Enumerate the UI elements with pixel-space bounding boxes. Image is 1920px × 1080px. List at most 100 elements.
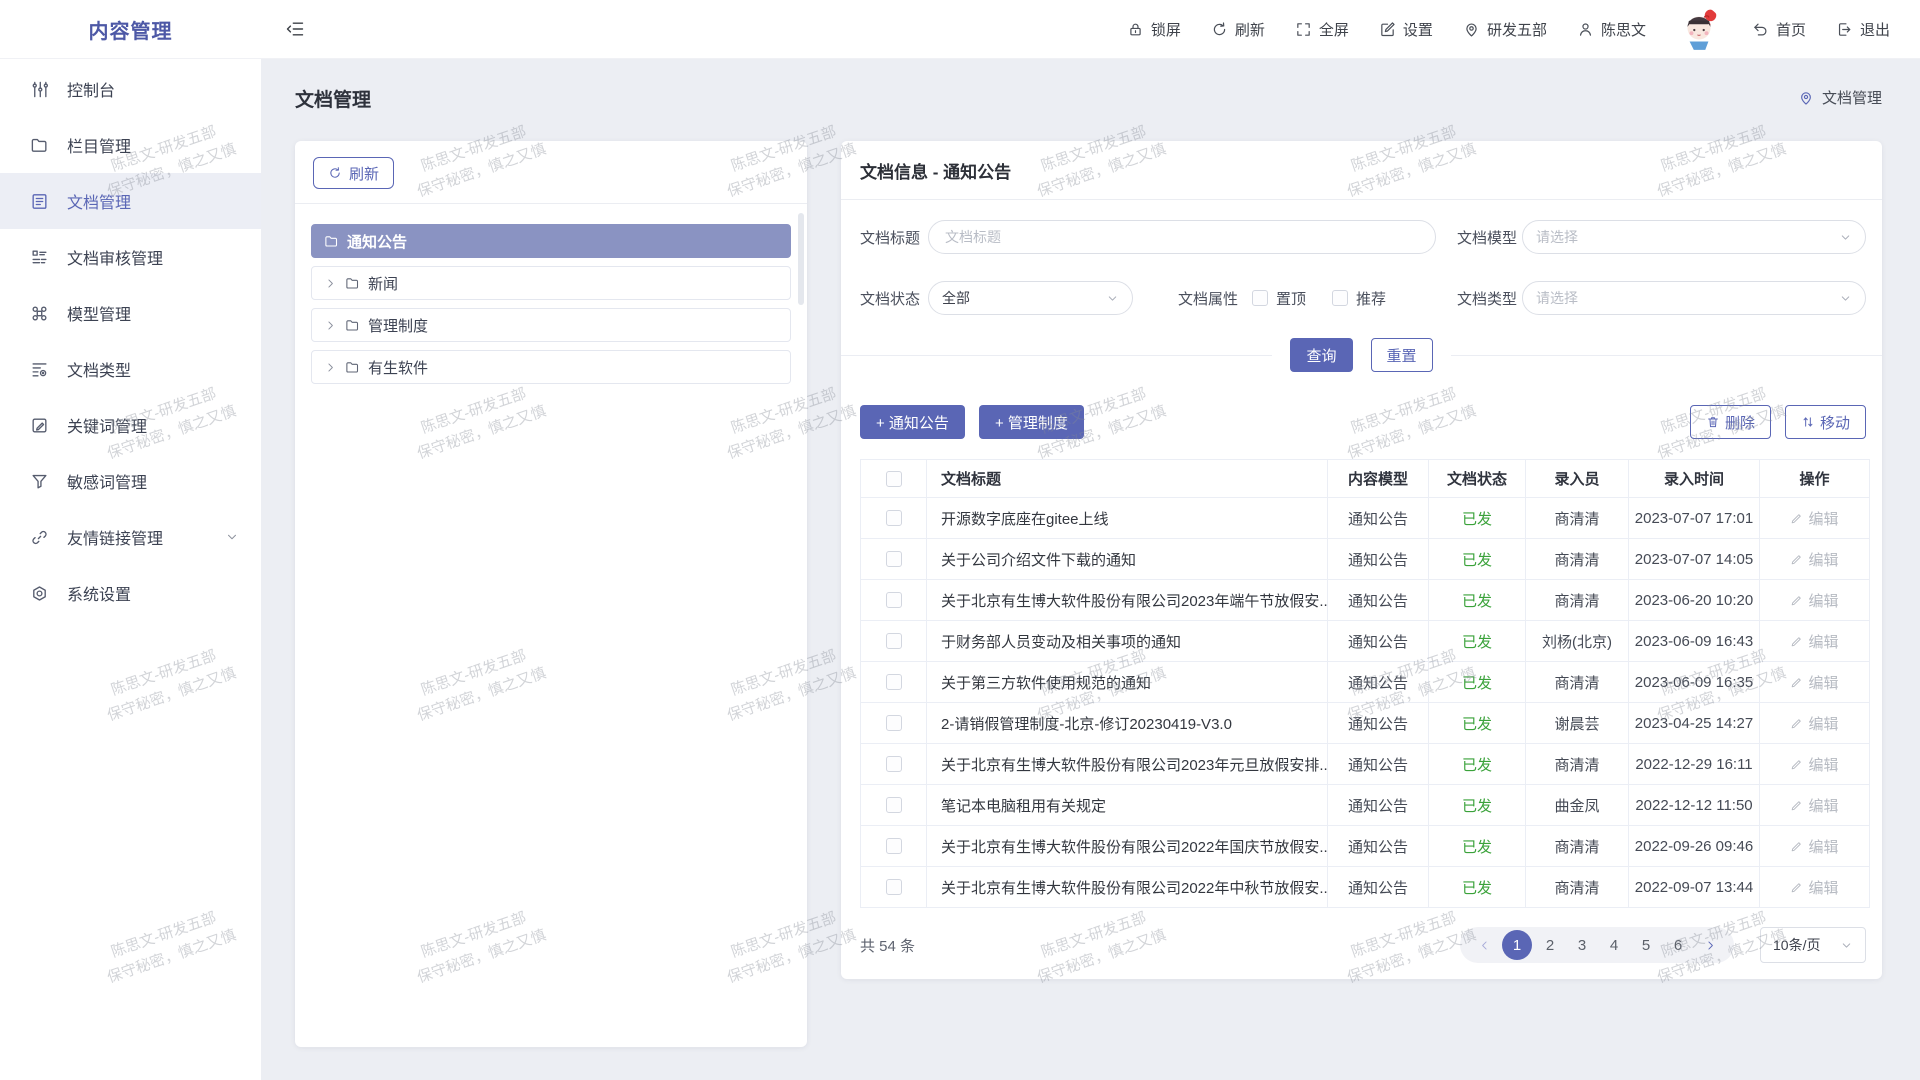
sidebar-item-friendly-links[interactable]: 友情链接管理 (0, 509, 261, 565)
header-department[interactable]: 研发五部 (1463, 19, 1547, 40)
sidebar-item-document-management[interactable]: 文档管理 (0, 173, 261, 229)
folder-icon (345, 276, 360, 291)
chevron-down-icon (1839, 231, 1852, 244)
pencil-icon (1790, 758, 1803, 771)
add-policy-button[interactable]: + 管理制度 (979, 405, 1084, 439)
sidebar-item-console[interactable]: 控制台 (0, 61, 261, 117)
sidebar-item-document-type[interactable]: 文档类型 (0, 341, 261, 397)
row-checkbox[interactable] (886, 551, 902, 567)
row-checkbox[interactable] (886, 510, 902, 526)
move-button[interactable]: 移动 (1785, 405, 1866, 439)
app-logo: 内容管理 (0, 15, 261, 44)
tree-node-notice[interactable]: 通知公告 (311, 224, 791, 258)
doc-model-select[interactable]: 请选择 (1522, 220, 1866, 254)
header-action-fullscreen[interactable]: 全屏 (1295, 19, 1349, 40)
edit-button[interactable]: 编辑 (1790, 508, 1838, 529)
sidebar-item-column-management[interactable]: 栏目管理 (0, 117, 261, 173)
edit-button[interactable]: 编辑 (1790, 590, 1838, 611)
doc-actions-cell: 编辑 (1760, 867, 1869, 907)
doc-actions-cell: 编辑 (1760, 785, 1869, 825)
page-button[interactable]: 6 (1664, 930, 1692, 960)
pencil-icon (1790, 881, 1803, 894)
header-username[interactable]: 陈思文 (1577, 19, 1646, 40)
attr-recommend-checkbox[interactable] (1332, 290, 1348, 306)
scrollbar-thumb[interactable] (798, 213, 804, 305)
header-action-home[interactable]: 首页 (1752, 19, 1806, 40)
doc-time-cell: 2023-07-07 14:05 (1629, 539, 1760, 579)
documents-table: 文档标题 内容模型 文档状态 录入员 录入时间 操作 开源数字底座在gitee上… (860, 459, 1870, 908)
doc-title-input[interactable] (928, 220, 1436, 254)
search-button[interactable]: 查询 (1290, 338, 1352, 372)
row-checkbox[interactable] (886, 756, 902, 772)
console-icon (30, 80, 49, 99)
edit-button[interactable]: 编辑 (1790, 836, 1838, 857)
doc-model-cell: 通知公告 (1328, 703, 1429, 743)
page-button[interactable]: 2 (1536, 930, 1564, 960)
sidebar-item-document-audit[interactable]: 文档审核管理 (0, 229, 261, 285)
edit-button[interactable]: 编辑 (1790, 795, 1838, 816)
row-checkbox[interactable] (886, 592, 902, 608)
doc-title-cell: 关于北京有生博大软件股份有限公司2023年元旦放假安排... (927, 744, 1328, 784)
header-action-logout[interactable]: 退出 (1836, 19, 1890, 40)
select-all-checkbox[interactable] (886, 471, 902, 487)
tree-node-yousheng-software[interactable]: 有生软件 (311, 350, 791, 384)
row-checkbox[interactable] (886, 879, 902, 895)
edit-button[interactable]: 编辑 (1790, 754, 1838, 775)
sidebar-item-sensitive-words[interactable]: 敏感词管理 (0, 453, 261, 509)
audit-icon (30, 248, 49, 267)
breadcrumb: 文档管理 (1798, 87, 1882, 108)
page-button[interactable]: 3 (1568, 930, 1596, 960)
filter-actions: 查询 重置 (841, 338, 1882, 372)
page-size-select[interactable]: 10条/页 (1760, 927, 1866, 963)
header-action-refresh[interactable]: 刷新 (1211, 19, 1265, 40)
attr-top-checkbox[interactable] (1252, 290, 1268, 306)
row-checkbox[interactable] (886, 797, 902, 813)
add-notice-button[interactable]: + 通知公告 (860, 405, 965, 439)
col-actions: 操作 (1760, 460, 1869, 497)
pencil-icon (1790, 512, 1803, 525)
prev-page-button[interactable] (1470, 930, 1498, 960)
next-page-button[interactable] (1696, 930, 1724, 960)
doc-operator-cell: 商清清 (1526, 744, 1629, 784)
doc-status-cell: 已发 (1429, 498, 1526, 538)
sidebar-item-keyword-management[interactable]: 关键词管理 (0, 397, 261, 453)
doc-operator-cell: 谢晨芸 (1526, 703, 1629, 743)
edit-button[interactable]: 编辑 (1790, 549, 1838, 570)
doc-time-cell: 2023-07-07 17:01 (1629, 498, 1760, 538)
header-action-settings[interactable]: 设置 (1379, 19, 1433, 40)
tree-refresh-button[interactable]: 刷新 (313, 157, 394, 189)
edit-button[interactable]: 编辑 (1790, 631, 1838, 652)
sidebar-item-model-management[interactable]: 模型管理 (0, 285, 261, 341)
tree-node-policies[interactable]: 管理制度 (311, 308, 791, 342)
row-checkbox[interactable] (886, 715, 902, 731)
sidebar-item-system-settings[interactable]: 系统设置 (0, 565, 261, 621)
edit-button[interactable]: 编辑 (1790, 672, 1838, 693)
doc-operator-cell: 商清清 (1526, 867, 1629, 907)
col-content-model: 内容模型 (1328, 460, 1429, 497)
delete-button[interactable]: 删除 (1690, 405, 1771, 439)
header-action-lock-screen[interactable]: 锁屏 (1127, 19, 1181, 40)
tree-node-news[interactable]: 新闻 (311, 266, 791, 300)
doc-actions-cell: 编辑 (1760, 580, 1869, 620)
edit-button[interactable]: 编辑 (1790, 713, 1838, 734)
doc-type-select[interactable]: 请选择 (1522, 281, 1866, 315)
page-button[interactable]: 4 (1600, 930, 1628, 960)
user-avatar[interactable] (1676, 6, 1722, 52)
doc-type-label: 文档类型 (1457, 281, 1517, 315)
row-checkbox[interactable] (886, 838, 902, 854)
doc-status-select[interactable]: 全部 (928, 281, 1133, 315)
sidebar-collapse-button[interactable] (285, 19, 305, 39)
page-button[interactable]: 5 (1632, 930, 1660, 960)
row-checkbox[interactable] (886, 633, 902, 649)
refresh-icon (1211, 21, 1228, 38)
row-checkbox[interactable] (886, 674, 902, 690)
page-button[interactable]: 1 (1502, 930, 1532, 960)
pin-icon (1798, 90, 1814, 106)
doc-time-cell: 2023-06-09 16:43 (1629, 621, 1760, 661)
attr-recommend-option: 推荐 (1332, 281, 1386, 315)
doc-time-cell: 2023-06-09 16:35 (1629, 662, 1760, 702)
chevron-down-icon (225, 530, 239, 544)
doc-time-cell: 2023-04-25 14:27 (1629, 703, 1760, 743)
edit-button[interactable]: 编辑 (1790, 877, 1838, 898)
reset-button[interactable]: 重置 (1371, 338, 1433, 372)
